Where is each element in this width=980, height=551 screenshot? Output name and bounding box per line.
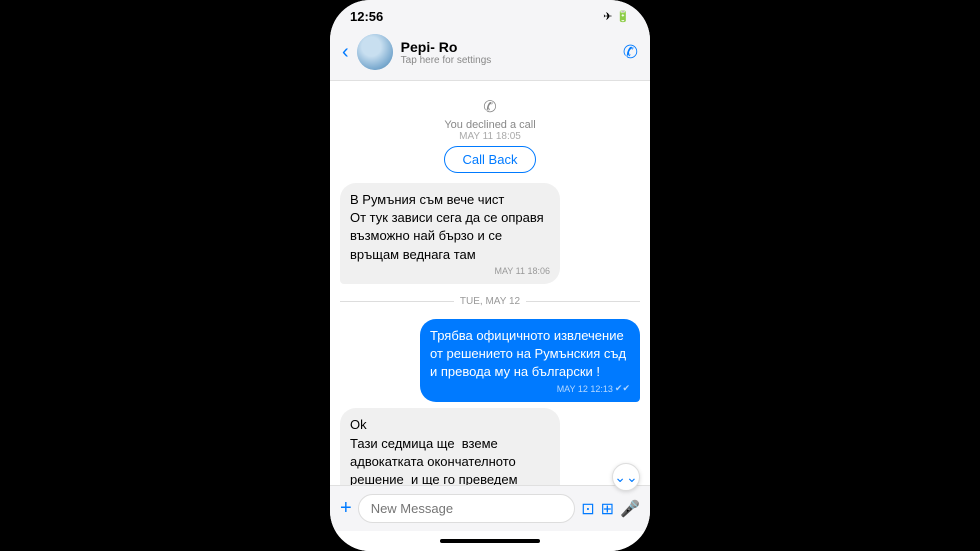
airplane-icon: ✈ <box>603 10 612 23</box>
contact-sub: Tap here for settings <box>401 55 615 66</box>
chevron-down-icon: ⌄⌄ <box>614 469 637 486</box>
back-button[interactable]: ‹ <box>342 41 349 64</box>
nav-bar: ‹ Pepi- Ro Tap here for settings ✆ <box>330 28 650 81</box>
delivered-icon: ✔✔ <box>615 383 630 394</box>
message-input[interactable] <box>358 494 576 523</box>
message-time-1: MAY 11 18:06 <box>350 266 550 276</box>
date-separator: TUE, MAY 12 <box>340 296 640 307</box>
avatar <box>357 34 393 70</box>
date-separator-text: TUE, MAY 12 <box>460 296 520 307</box>
contact-info[interactable]: Pepi- Ro Tap here for settings <box>401 39 615 66</box>
call-declined-section: ✆ You declined a call MAY 11 18:05 Call … <box>340 97 640 173</box>
phone-frame: 12:56 ✈ 🔋 ‹ Pepi- Ro Tap here for settin… <box>330 0 650 551</box>
call-declined-text: You declined a call <box>444 119 535 131</box>
contact-name: Pepi- Ro <box>401 39 615 55</box>
status-bar: 12:56 ✈ 🔋 <box>330 0 650 28</box>
call-declined-time: MAY 11 18:05 <box>459 131 521 142</box>
sticker-icon[interactable]: ⊡ <box>581 499 594 519</box>
input-icons: ⊡ ⊞ 🎤 <box>581 499 640 519</box>
home-bar <box>440 539 540 543</box>
status-icons: ✈ 🔋 <box>603 10 630 23</box>
message-text-2: Трябва официчното извлечение от решениет… <box>430 328 630 379</box>
chat-area: ✆ You declined a call MAY 11 18:05 Call … <box>330 81 650 485</box>
message-bubble-left-3: Ok Тази седмица ще вземе адвокатката око… <box>340 408 560 485</box>
add-button[interactable]: + <box>340 497 352 520</box>
separator-line-left <box>340 301 454 302</box>
camera-icon[interactable]: ⊞ <box>601 499 614 519</box>
message-bubble-right-2: Трябва официчното извлечение от решениет… <box>420 319 640 403</box>
call-button[interactable]: ✆ <box>623 42 638 63</box>
message-text-1: В Румъния съм вече чист От тук зависи се… <box>350 192 547 262</box>
message-bubble-left-1: В Румъния съм вече чист От тук зависи се… <box>340 183 560 284</box>
home-indicator <box>330 531 650 551</box>
phone-declined-icon: ✆ <box>483 97 496 117</box>
message-text-3: Ok Тази седмица ще вземе адвокатката око… <box>350 417 521 485</box>
separator-line-right <box>526 301 640 302</box>
callback-button[interactable]: Call Back <box>444 146 537 173</box>
message-time-2: MAY 12 12:13 ✔✔ <box>430 383 630 394</box>
battery-icon: 🔋 <box>616 10 630 23</box>
mic-icon[interactable]: 🎤 <box>620 499 640 519</box>
status-time: 12:56 <box>350 9 383 24</box>
scroll-down-button[interactable]: ⌄⌄ <box>612 463 640 491</box>
input-bar: + ⊡ ⊞ 🎤 <box>330 485 650 531</box>
